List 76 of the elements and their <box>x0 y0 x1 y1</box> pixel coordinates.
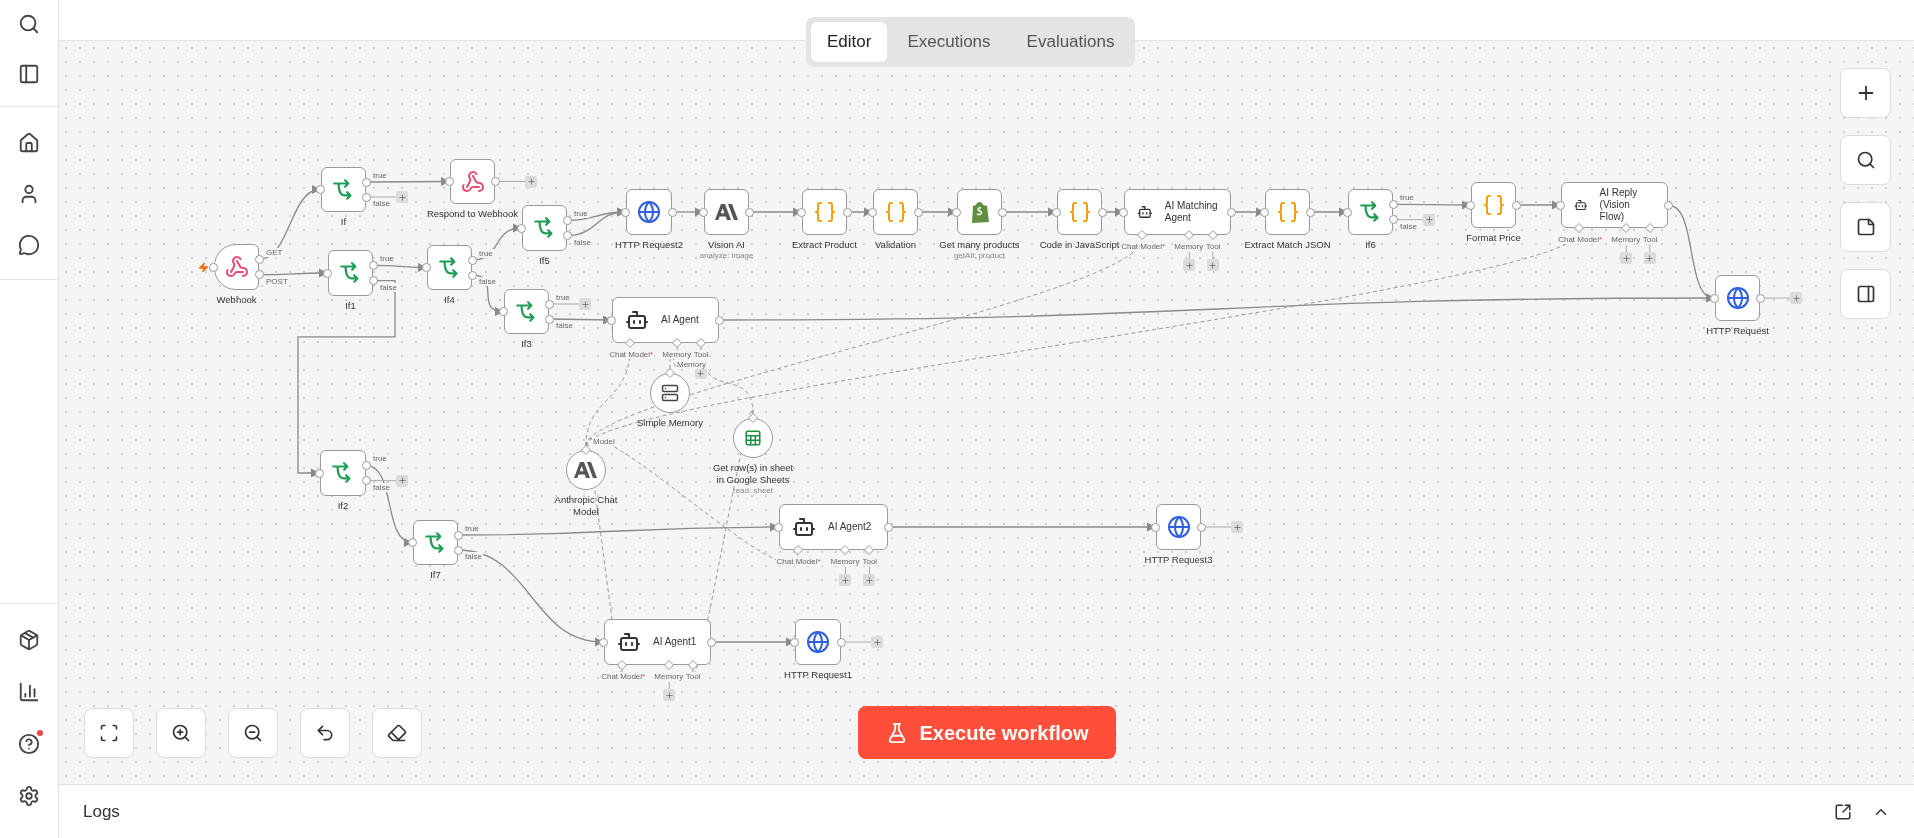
node-label: Vision AI <box>708 239 745 251</box>
node-label: Extract Match JSON <box>1244 239 1331 251</box>
node-label: HTTP Request3 <box>1144 554 1213 566</box>
node-label: Format Price <box>1466 232 1521 244</box>
node-label: Get many products <box>939 239 1020 251</box>
node-label: HTTP Request1 <box>784 669 852 681</box>
workflow-node[interactable]: AI Reply (Vision Flow) <box>1561 182 1668 228</box>
port-label: Memory <box>1610 235 1642 244</box>
port-label: Tool <box>1641 235 1659 244</box>
port-label: Chat Model* <box>1557 235 1604 244</box>
port-label: true <box>464 524 480 533</box>
port-label: Chat Model* <box>608 350 655 359</box>
node-label: If <box>340 216 347 228</box>
workflow-node[interactable]: AI Agent <box>612 297 719 343</box>
node-label: Anthropic Chat Model <box>553 494 619 518</box>
port-label: Chat Model* <box>1120 242 1167 251</box>
port-label: true <box>478 249 494 258</box>
view-tab[interactable]: Executions <box>891 22 1007 62</box>
workflow-node[interactable]: AI Agent2 <box>779 504 888 550</box>
workflow-node[interactable]: AI Agent1 <box>604 619 711 665</box>
node-label: Validation <box>875 239 916 251</box>
node-subtitle: read: sheet <box>733 486 773 496</box>
node-label: If3 <box>521 338 532 350</box>
node-label: AI Matching Agent <box>1164 200 1218 224</box>
port-label: true <box>1399 193 1415 203</box>
port-label: false <box>372 482 391 492</box>
port-label: false <box>379 282 398 292</box>
port-label: Chat Model* <box>600 672 647 681</box>
view-tab[interactable]: Evaluations <box>1010 22 1131 62</box>
node-label: Simple Memory <box>636 417 704 429</box>
port-label: Memory <box>1173 242 1205 251</box>
node-label: If7 <box>430 569 441 581</box>
view-tab[interactable]: Editor <box>811 22 888 62</box>
port-label: false <box>464 552 483 561</box>
port-label: Memory <box>661 350 693 359</box>
port-label: true <box>372 171 388 180</box>
port-label: true <box>372 454 388 464</box>
port-label: Tool <box>684 672 702 681</box>
port-label: false <box>573 237 592 247</box>
port-label: true <box>555 293 571 302</box>
port-label: false <box>372 199 391 208</box>
port-label: Model <box>592 437 616 446</box>
port-label: Memory <box>829 557 861 566</box>
node-label: AI Reply (Vision Flow) <box>1599 187 1639 223</box>
node-label: Code in JavaScript <box>1039 239 1120 251</box>
port-label: POST <box>265 276 289 286</box>
node-label: HTTP Request <box>1706 325 1769 337</box>
node-label: AI Agent2 <box>828 521 872 533</box>
port-label: true <box>573 209 589 219</box>
node-subtitle: analyze: image <box>699 251 754 261</box>
node-label: Get row(s) in sheet in Google Sheets <box>711 462 795 486</box>
port-label: Chat Model* <box>775 557 822 566</box>
node-label: AI Agent1 <box>653 636 697 648</box>
node-label: If4 <box>444 294 455 306</box>
workflow-node[interactable]: AI Matching Agent <box>1124 189 1231 235</box>
port-label: Tool <box>861 557 879 566</box>
node-label: If6 <box>1365 239 1376 251</box>
node-label: Webhook <box>216 294 257 306</box>
port-label: Memory <box>676 360 707 369</box>
port-label: true <box>379 254 395 264</box>
port-label: Tool <box>692 350 710 359</box>
node-label: Respond to Webhook <box>426 208 519 220</box>
node-subtitle: getAll: product <box>953 251 1006 261</box>
port-label: Tool <box>1204 242 1222 251</box>
port-label: false <box>555 321 574 330</box>
port-label: false <box>1399 221 1418 231</box>
node-label: HTTP Request2 <box>615 239 683 251</box>
node-label: If1 <box>345 300 356 312</box>
node-label: If2 <box>337 500 349 512</box>
logs-title: Logs <box>83 800 120 823</box>
node-label: If5 <box>539 255 550 267</box>
port-label: GET <box>265 248 284 258</box>
node-label: AI Agent <box>661 314 699 326</box>
port-label: false <box>478 277 497 286</box>
node-label: Extract Product <box>792 239 857 251</box>
port-label: Memory <box>653 672 685 681</box>
